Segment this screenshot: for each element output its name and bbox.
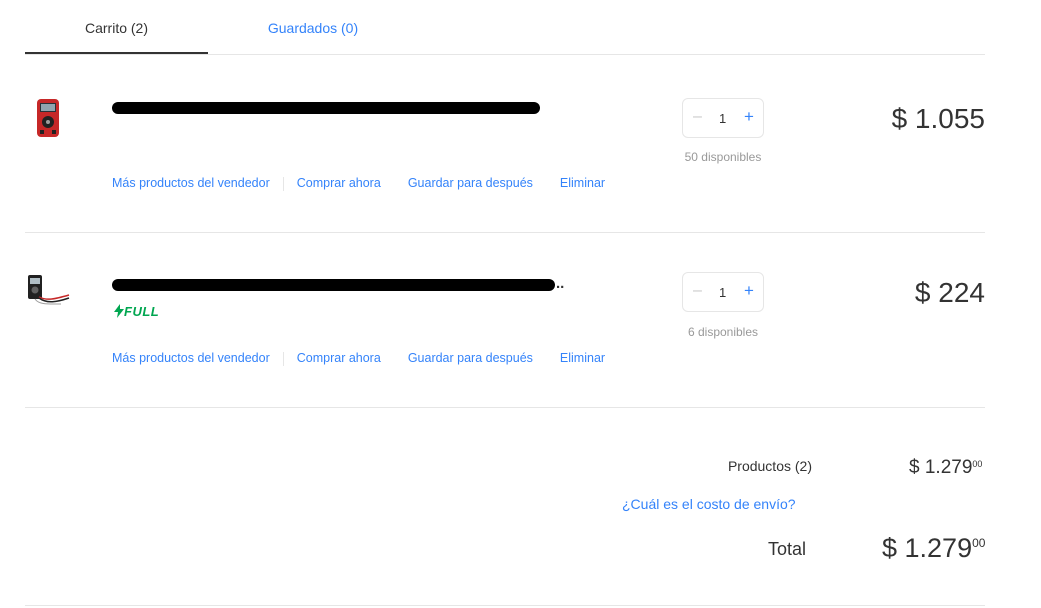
products-subtotal-cents: 00 <box>972 459 983 469</box>
lightning-icon <box>114 304 124 318</box>
save-for-later-link[interactable]: Guardar para después <box>408 351 533 365</box>
remove-link[interactable]: Eliminar <box>560 351 605 365</box>
decrease-button[interactable]: – <box>693 282 702 300</box>
title-ellipsis: .. <box>556 275 565 292</box>
increase-button[interactable]: + <box>744 281 754 301</box>
stock-available: 6 disponibles <box>687 325 759 339</box>
red-multimeter-icon[interactable] <box>25 95 73 143</box>
more-seller-products-link[interactable]: Más productos del vendedor <box>112 176 270 190</box>
item-price: $ 224 <box>914 277 985 308</box>
buy-now-link[interactable]: Comprar ahora <box>297 176 381 190</box>
item-price: $ 1.055 <box>891 103 985 134</box>
quantity-stepper: – 1 + <box>682 272 764 312</box>
black-multimeter-icon[interactable] <box>25 271 73 319</box>
divider <box>25 605 985 606</box>
products-subtotal-amount: $ 1.279 <box>909 457 973 478</box>
stock-available: 50 disponibles <box>684 150 762 164</box>
item-actions: Más productos del vendedor Comprar ahora G… <box>112 176 605 191</box>
cart-tabs: Carrito (2) Guardados (0) <box>25 0 985 55</box>
quantity-value[interactable]: 1 <box>719 111 726 126</box>
cart-item: .. FULL Más productos del vendedor Compra… <box>25 233 985 408</box>
save-for-later-link[interactable]: Guardar para después <box>408 176 533 190</box>
total-amount: $ 1.27900 <box>882 533 985 564</box>
tab-cart[interactable]: Carrito (2) <box>25 20 208 54</box>
full-shipping-badge: FULL <box>114 304 159 319</box>
more-seller-products-link[interactable]: Más productos del vendedor <box>112 351 270 365</box>
product-title-redacted[interactable] <box>112 102 540 114</box>
item-actions: Más productos del vendedor Comprar ahora G… <box>112 351 605 366</box>
decrease-button[interactable]: – <box>693 108 702 126</box>
product-title-redacted[interactable] <box>112 279 555 291</box>
tab-cart-label: Carrito (2) <box>84 20 148 36</box>
buy-now-link[interactable]: Comprar ahora <box>297 351 381 365</box>
increase-button[interactable]: + <box>744 107 754 127</box>
tab-saved-label: Guardados (0) <box>267 20 359 36</box>
quantity-value[interactable]: 1 <box>719 285 726 300</box>
divider <box>282 176 284 191</box>
products-subtotal: $ 1.27900 <box>909 457 982 479</box>
divider <box>282 351 284 366</box>
shipping-cost-link[interactable]: ¿Cuál es el costo de envío? <box>622 496 796 512</box>
cart-item: Más productos del vendedor Comprar ahora G… <box>25 55 985 233</box>
full-badge-label: FULL <box>124 304 160 319</box>
tab-saved[interactable]: Guardados (0) <box>215 20 411 54</box>
total-amount-cents: 00 <box>972 536 986 550</box>
quantity-stepper: – 1 + <box>682 98 764 138</box>
products-count-label: Productos (2) <box>727 458 812 474</box>
total-label: Total <box>768 539 807 559</box>
total-amount-value: $ 1.279 <box>882 533 973 563</box>
remove-link[interactable]: Eliminar <box>560 176 605 190</box>
